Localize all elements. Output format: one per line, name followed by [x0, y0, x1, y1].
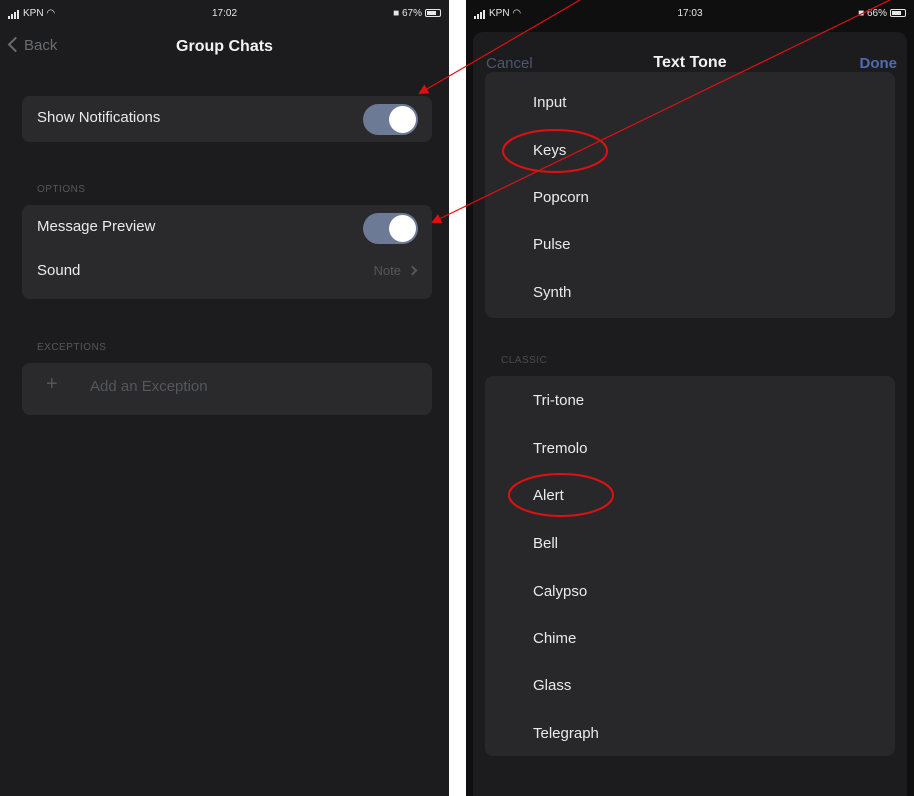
add-exception-label: Add an Exception: [90, 378, 208, 395]
classic-section-header: CLASSIC: [501, 355, 548, 366]
status-battery-area: ■ 67%: [393, 8, 441, 19]
sound-row[interactable]: Sound Note: [22, 251, 432, 297]
battery-icon: [425, 9, 441, 18]
tone-item[interactable]: Telegraph: [533, 725, 599, 742]
message-preview-row: Message Preview: [22, 205, 432, 251]
tone-item[interactable]: Tri-tone: [533, 392, 584, 409]
lock-rotation-icon: ■: [393, 8, 400, 19]
tone-item[interactable]: Bell: [533, 535, 558, 552]
status-bar: KPN ◠ 17:03 ■ 66%: [466, 0, 914, 28]
plus-icon: +: [46, 373, 58, 395]
message-preview-label: Message Preview: [37, 218, 156, 235]
tone-item[interactable]: Alert: [533, 487, 564, 504]
toggle-knob: [389, 215, 416, 242]
options-section-header: OPTIONS: [37, 184, 86, 195]
message-preview-toggle[interactable]: [363, 213, 418, 244]
status-bar: KPN ◠ 17:02 ■ 67%: [0, 0, 449, 28]
tone-item[interactable]: Pulse: [533, 236, 571, 253]
tone-item[interactable]: Glass: [533, 677, 571, 694]
sheet-title: Text Tone: [653, 54, 727, 71]
options-card: Message Preview Sound Note: [22, 205, 432, 299]
chevron-right-icon: [407, 265, 418, 276]
tone-item[interactable]: Popcorn: [533, 189, 589, 206]
lock-rotation-icon: ■: [858, 8, 865, 19]
tone-item[interactable]: Calypso: [533, 583, 587, 600]
show-notifications-row: Show Notifications: [22, 96, 432, 142]
show-notifications-label: Show Notifications: [37, 109, 161, 126]
battery-percent: 66%: [866, 8, 887, 19]
tone-item[interactable]: Synth: [533, 284, 571, 301]
sound-value: Note: [373, 263, 418, 278]
text-tone-screen: KPN ◠ 17:03 ■ 66% Cancel Text Tone Done …: [466, 0, 914, 796]
battery-icon: [890, 9, 906, 18]
exceptions-section-header: EXCEPTIONS: [37, 342, 107, 353]
text-tone-sheet: Cancel Text Tone Done Input Keys Popcorn…: [473, 32, 907, 796]
status-time: 17:02: [211, 8, 238, 19]
sound-label: Sound: [37, 262, 81, 279]
tone-item[interactable]: Chime: [533, 630, 576, 647]
tone-item[interactable]: Keys: [533, 142, 566, 159]
add-exception-button[interactable]: + Add an Exception: [22, 363, 432, 415]
battery-percent: 67%: [401, 8, 422, 19]
show-notifications-toggle[interactable]: [363, 104, 418, 135]
nav-bar: Back Group Chats: [0, 28, 449, 66]
tones-list: Input Keys Popcorn Pulse Synth: [485, 72, 895, 318]
page-title: Group Chats: [176, 38, 273, 55]
status-time: 17:03: [677, 8, 703, 19]
group-chats-screen: KPN ◠ 17:02 ■ 67% Back Group Chats Show …: [0, 0, 449, 796]
toggle-knob: [389, 106, 416, 133]
done-button[interactable]: Done: [860, 55, 898, 72]
sound-value-text: Note: [373, 263, 401, 278]
status-battery-area: ■ 66%: [858, 8, 906, 19]
tone-item[interactable]: Tremolo: [533, 440, 587, 457]
classic-tones-list: Tri-tone Tremolo Alert Bell Calypso Chim…: [485, 376, 895, 756]
show-notifications-card: Show Notifications: [22, 96, 432, 142]
tone-item[interactable]: Input: [533, 94, 566, 111]
